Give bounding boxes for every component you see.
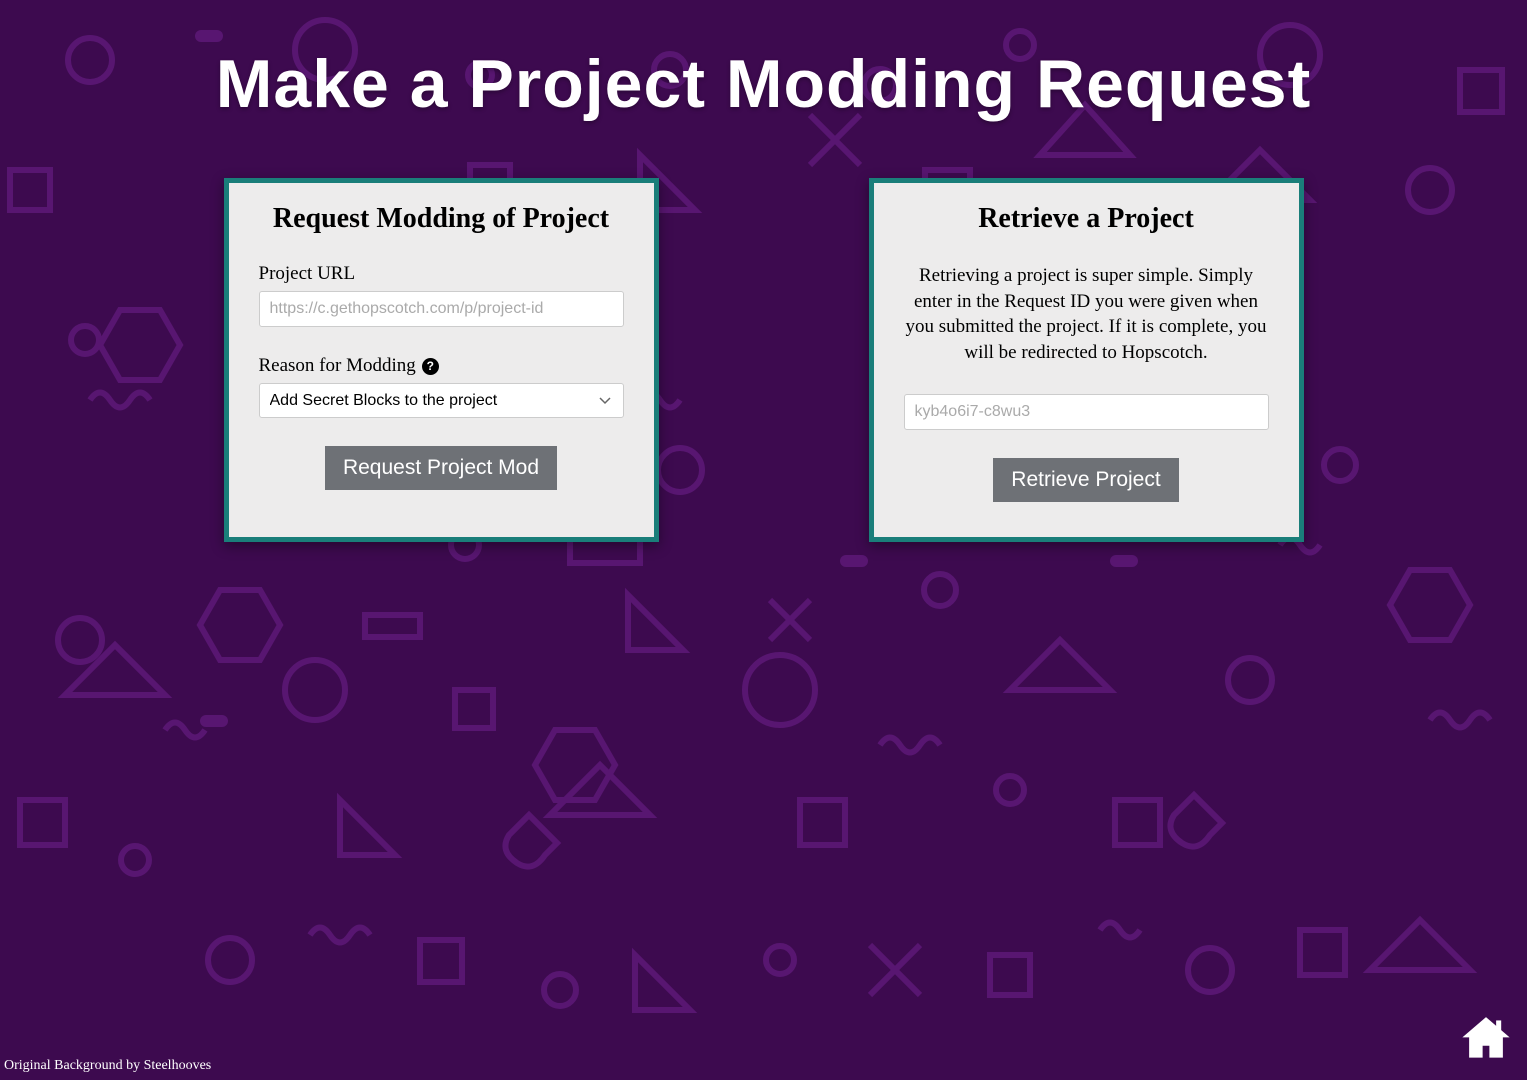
page-title: Make a Project Modding Request <box>0 0 1527 123</box>
reason-select[interactable]: Add Secret Blocks to the project <box>259 383 624 418</box>
help-icon[interactable]: ? <box>422 358 439 375</box>
project-url-field-group: Project URL <box>259 263 624 327</box>
panels-container: Request Modding of Project Project URL R… <box>0 178 1527 542</box>
home-icon[interactable] <box>1459 1012 1513 1066</box>
request-id-input[interactable] <box>904 394 1269 430</box>
retrieve-description: Retrieving a project is super simple. Si… <box>904 263 1269 366</box>
retrieve-panel: Retrieve a Project Retrieving a project … <box>869 178 1304 542</box>
reason-label: Reason for Modding <box>259 355 416 377</box>
request-panel: Request Modding of Project Project URL R… <box>224 178 659 542</box>
request-id-field-group <box>904 394 1269 430</box>
request-panel-title: Request Modding of Project <box>259 203 624 235</box>
request-mod-button[interactable]: Request Project Mod <box>325 446 557 490</box>
retrieve-panel-title: Retrieve a Project <box>904 203 1269 235</box>
reason-field-group: Reason for Modding ? Add Secret Blocks t… <box>259 355 624 418</box>
retrieve-project-button[interactable]: Retrieve Project <box>993 458 1178 502</box>
reason-label-row: Reason for Modding ? <box>259 355 624 377</box>
project-url-input[interactable] <box>259 291 624 327</box>
project-url-label: Project URL <box>259 263 624 285</box>
footer-credit: Original Background by Steelhooves <box>4 1058 211 1074</box>
